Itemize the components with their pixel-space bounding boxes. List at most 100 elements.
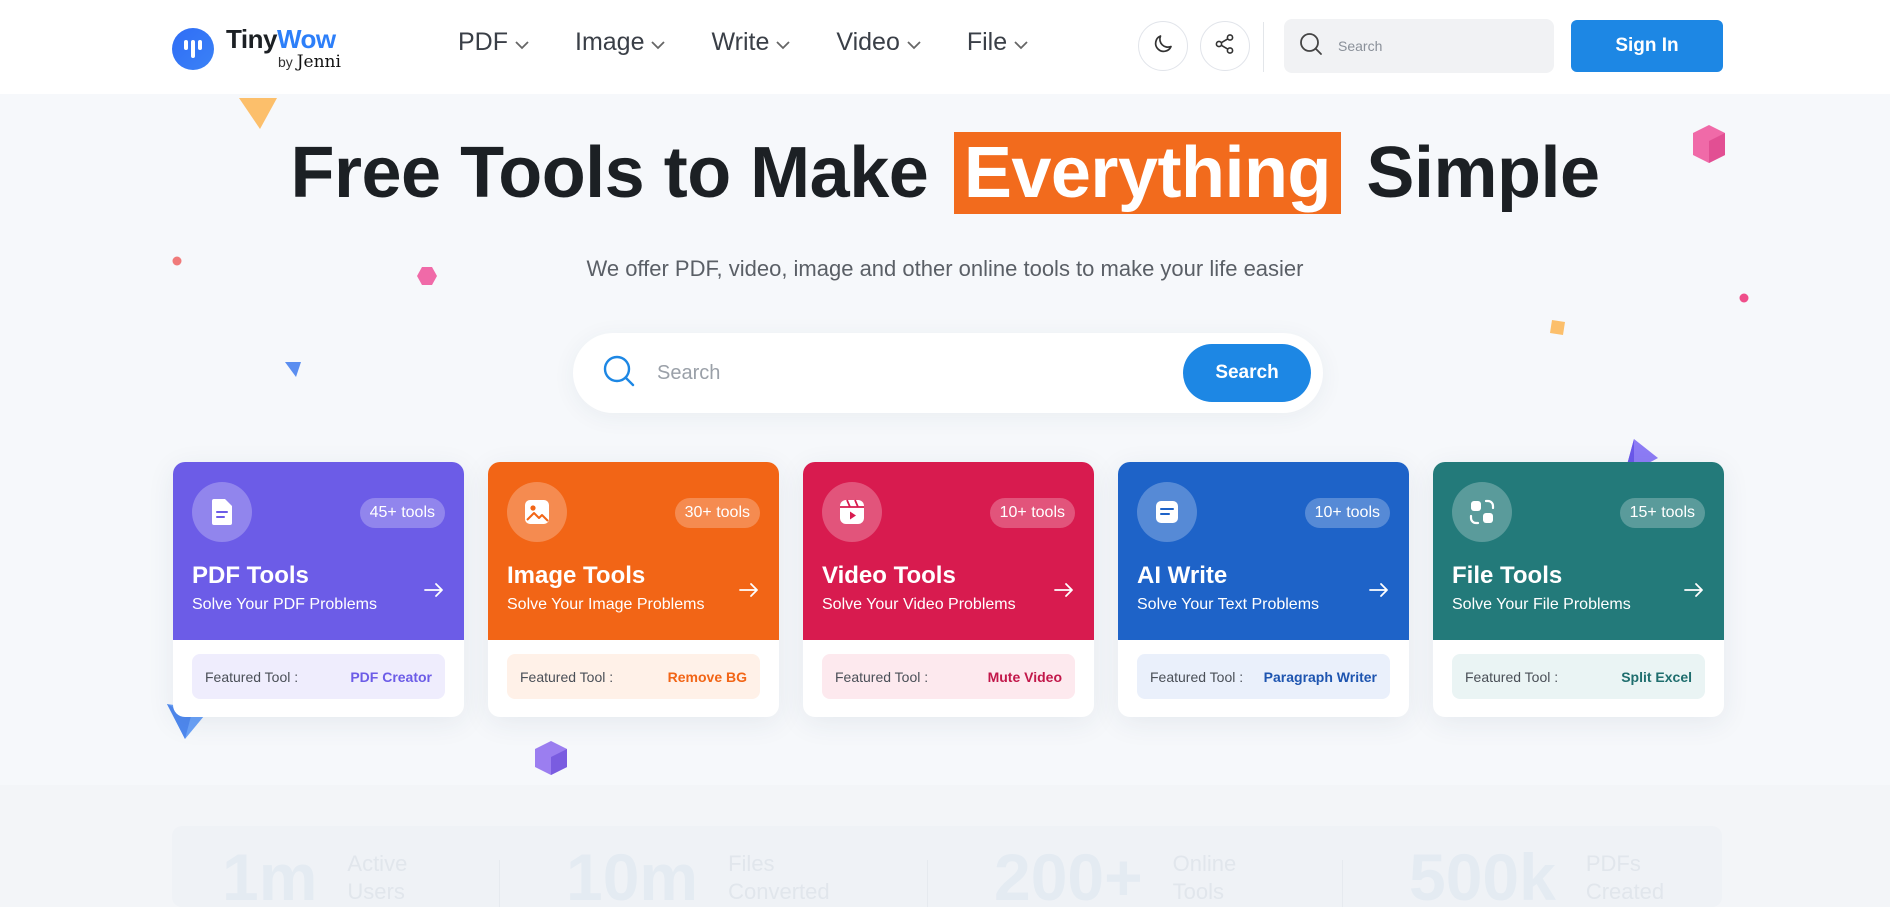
card-header: 45+ tools PDF Tools Solve Your PDF Probl… bbox=[173, 462, 464, 640]
stat-value: 500k bbox=[1409, 840, 1556, 907]
hero-subtitle: We offer PDF, video, image and other onl… bbox=[586, 256, 1304, 281]
chevron-down-icon bbox=[1014, 28, 1028, 57]
stat-label-line1: Active bbox=[347, 851, 408, 876]
stat-label: Files Converted bbox=[728, 850, 830, 906]
hero-title-highlight: Everything bbox=[953, 132, 1341, 214]
nav-item-label: Image bbox=[575, 28, 645, 56]
hero-title: Free Tools to Make Everything Simple bbox=[0, 132, 1890, 214]
byline-name: Jenni bbox=[296, 52, 341, 72]
chevron-down-icon bbox=[515, 28, 529, 57]
card-header: 30+ tools Image Tools Solve Your Image P… bbox=[488, 462, 779, 640]
stat-files-converted: 10m Files Converted bbox=[566, 844, 830, 907]
header-search-input[interactable] bbox=[1338, 38, 1538, 54]
nav-item-label: Video bbox=[836, 28, 900, 56]
tool-count-badge: 10+ tools bbox=[989, 498, 1075, 528]
tool-count-badge: 15+ tools bbox=[1619, 498, 1705, 528]
card-description: Solve Your Image Problems bbox=[507, 596, 705, 613]
decor-triangle-icon bbox=[285, 362, 301, 377]
tool-count-badge: 10+ tools bbox=[1304, 498, 1390, 528]
card-title: Image Tools bbox=[507, 562, 646, 589]
chevron-down-icon bbox=[651, 28, 666, 57]
decor-cube-icon bbox=[535, 741, 567, 775]
note-icon bbox=[1137, 482, 1197, 542]
hero-search-input[interactable] bbox=[657, 361, 1157, 385]
arrow-right-icon bbox=[739, 582, 759, 603]
hero-title-before: Free Tools to Make bbox=[290, 133, 929, 213]
header-search[interactable] bbox=[1284, 19, 1554, 73]
card-file-tools[interactable]: 15+ tools File Tools Solve Your File Pro… bbox=[1433, 462, 1724, 717]
card-ai-write[interactable]: 10+ tools AI Write Solve Your Text Probl… bbox=[1118, 462, 1409, 717]
stat-divider bbox=[927, 860, 928, 907]
stat-label: Active Users bbox=[347, 850, 407, 906]
site-header: TinyWow by Jenni PDF Image Write Video F… bbox=[0, 0, 1890, 94]
stat-label-line2: Users bbox=[347, 879, 405, 904]
stat-label-line1: PDFs bbox=[1585, 851, 1641, 876]
stat-label-line2: Tools bbox=[1172, 879, 1225, 904]
nav-item-file[interactable]: File bbox=[967, 28, 1028, 57]
card-header: 10+ tools Video Tools Solve Your Video P… bbox=[803, 462, 1094, 640]
card-description: Solve Your PDF Problems bbox=[192, 596, 377, 613]
search-icon bbox=[1298, 31, 1324, 62]
arrow-right-icon bbox=[1684, 582, 1704, 603]
featured-tool-link[interactable]: Featured Tool : PDF Creator bbox=[192, 654, 445, 699]
stat-value: 10m bbox=[566, 840, 699, 907]
chevron-down-icon bbox=[776, 28, 790, 57]
document-icon bbox=[192, 482, 252, 542]
nav-item-image[interactable]: Image bbox=[575, 28, 666, 57]
stat-label-line1: Online bbox=[1172, 851, 1237, 876]
header-divider bbox=[1263, 22, 1264, 72]
brand-byline: by Jenni bbox=[278, 54, 341, 71]
stat-divider bbox=[1342, 860, 1343, 907]
nav-item-video[interactable]: Video bbox=[836, 28, 921, 57]
featured-tool-link[interactable]: Featured Tool : Remove BG bbox=[507, 654, 760, 699]
brand-name-part1: Tiny bbox=[226, 24, 277, 54]
card-image-tools[interactable]: 30+ tools Image Tools Solve Your Image P… bbox=[488, 462, 779, 717]
stat-label: PDFs Created bbox=[1586, 850, 1664, 906]
nav-item-label: PDF bbox=[458, 28, 508, 56]
featured-tool-link[interactable]: Featured Tool : Split Excel bbox=[1452, 654, 1705, 699]
sign-in-button[interactable]: Sign In bbox=[1571, 20, 1723, 72]
search-icon bbox=[601, 353, 637, 394]
featured-tool-link[interactable]: Featured Tool : Mute Video bbox=[822, 654, 1075, 699]
brand-logo[interactable]: TinyWow by Jenni bbox=[172, 26, 341, 71]
card-description: Solve Your Video Problems bbox=[822, 596, 1016, 613]
share-icon bbox=[1213, 32, 1237, 61]
decor-square-icon bbox=[1550, 320, 1565, 335]
card-title: AI Write bbox=[1137, 562, 1228, 589]
share-button[interactable] bbox=[1200, 21, 1250, 71]
chevron-down-icon bbox=[907, 28, 921, 57]
featured-label: Featured Tool : bbox=[205, 668, 299, 685]
card-description: Solve Your Text Problems bbox=[1137, 596, 1320, 613]
featured-label: Featured Tool : bbox=[1465, 668, 1559, 685]
nav-item-label: File bbox=[966, 28, 1008, 56]
nav-item-pdf[interactable]: PDF bbox=[458, 28, 529, 57]
featured-tool-link[interactable]: Featured Tool : Paragraph Writer bbox=[1137, 654, 1390, 699]
featured-value: PDF Creator bbox=[350, 668, 432, 685]
video-icon bbox=[822, 482, 882, 542]
card-title: File Tools bbox=[1452, 562, 1563, 589]
stat-label-line2: Converted bbox=[728, 879, 830, 904]
hero-title-after: Simple bbox=[1366, 133, 1600, 213]
stat-value: 1m bbox=[222, 840, 318, 907]
nav-item-write[interactable]: Write bbox=[711, 28, 790, 57]
stat-online-tools: 200+ Online Tools bbox=[994, 844, 1236, 907]
featured-value: Split Excel bbox=[1621, 668, 1692, 685]
hero-search-bar[interactable]: Search bbox=[573, 333, 1323, 413]
theme-toggle-button[interactable] bbox=[1138, 21, 1188, 71]
card-header: 15+ tools File Tools Solve Your File Pro… bbox=[1433, 462, 1724, 640]
stat-pdfs-created: 500k PDFs Created bbox=[1409, 844, 1664, 907]
card-description: Solve Your File Problems bbox=[1452, 596, 1631, 613]
hero-search-button[interactable]: Search bbox=[1183, 344, 1311, 402]
brand-name: TinyWow bbox=[226, 26, 341, 52]
main-nav: PDF Image Write Video File bbox=[458, 28, 1074, 57]
card-header: 10+ tools AI Write Solve Your Text Probl… bbox=[1118, 462, 1409, 640]
card-pdf-tools[interactable]: 45+ tools PDF Tools Solve Your PDF Probl… bbox=[173, 462, 464, 717]
arrow-right-icon bbox=[1369, 582, 1389, 603]
card-video-tools[interactable]: 10+ tools Video Tools Solve Your Video P… bbox=[803, 462, 1094, 717]
arrow-right-icon bbox=[1054, 582, 1074, 603]
logo-text: TinyWow by Jenni bbox=[226, 26, 341, 71]
byline-prefix: by bbox=[278, 54, 293, 70]
featured-value: Remove BG bbox=[667, 668, 747, 685]
stat-label-line1: Files bbox=[728, 851, 775, 876]
stat-divider bbox=[499, 860, 500, 907]
